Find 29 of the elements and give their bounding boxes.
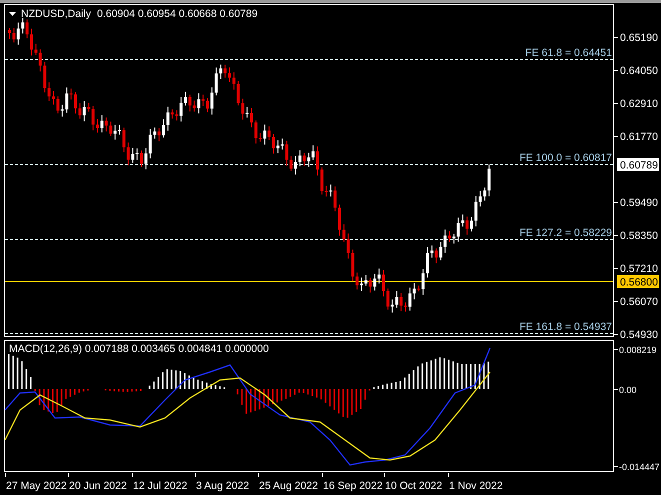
date-tick-label: 27 May 2022 [6, 480, 67, 492]
macd-tick-label: 0.008219 [619, 345, 657, 355]
price-tick-label: 0.65190 [620, 32, 658, 44]
date-tick-label: 25 Aug 2022 [259, 480, 318, 492]
ohlc-values: 0.60904 0.60954 0.60668 0.60789 [97, 8, 258, 20]
price-tick-label: 0.64050 [620, 65, 658, 77]
date-tick-label: 1 Nov 2022 [449, 480, 503, 492]
current-price-tag: 0.60789 [617, 158, 659, 172]
price-tick-label: 0.59490 [620, 197, 658, 209]
macd-tick-label: -0.014447 [619, 462, 660, 472]
symbol-label: NZDUSD,Daily [21, 8, 92, 20]
price-tick-label: 0.61770 [620, 131, 658, 143]
fibonacci-level-label: FE 61.8 = 0.64451 [525, 47, 612, 59]
fibonacci-level-label: FE 161.8 = 0.54937 [519, 321, 612, 333]
price-tick-label: 0.54930 [620, 329, 658, 341]
price-tick-label: 0.58350 [620, 230, 658, 242]
price-tick-label: 0.56070 [620, 296, 658, 308]
fibonacci-level-label: FE 100.0 = 0.60817 [519, 152, 612, 164]
macd-label: MACD(12,26,9) 0.007188 0.003465 0.004841 0.000000 [9, 343, 269, 355]
date-tick-label: 16 Sep 2022 [323, 480, 383, 492]
date-tick-label: 10 Oct 2022 [385, 480, 442, 492]
price-tick-label: 0.62910 [620, 98, 658, 110]
price-tick-label: 0.57210 [620, 263, 658, 275]
macd-tick-label: 0.00 [619, 385, 637, 395]
fibonacci-level-label: FE 127.2 = 0.58229 [519, 227, 612, 239]
date-tick-label: 3 Aug 2022 [196, 480, 250, 492]
line-price-tag: 0.56800 [617, 275, 659, 288]
date-tick-label: 12 Jul 2022 [133, 480, 188, 492]
date-tick-label: 20 Jun 2022 [69, 480, 127, 492]
